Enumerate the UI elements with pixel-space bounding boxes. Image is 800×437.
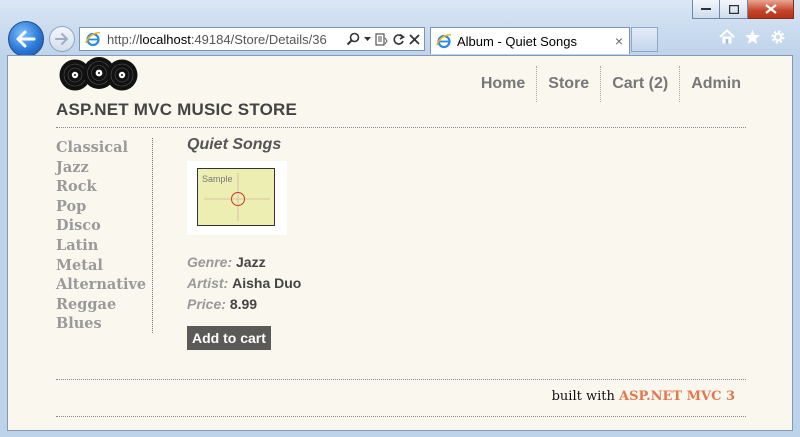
- header-divider: [56, 127, 746, 128]
- compat-view-button[interactable]: [375, 32, 388, 46]
- price-row: Price: 8.99: [187, 294, 301, 315]
- maximize-button[interactable]: [720, 0, 748, 19]
- back-arrow-icon: [16, 30, 36, 48]
- album-meta: Genre: Jazz Artist: Aisha Duo Price: 8.9…: [187, 252, 301, 315]
- tab-close-button[interactable]: ×: [615, 33, 623, 49]
- artist-value: Aisha Duo: [232, 275, 302, 291]
- tab-album[interactable]: Album - Quiet Songs ×: [430, 27, 630, 54]
- artist-label: Artist:: [187, 275, 229, 291]
- vinyl-records-logo[interactable]: [59, 56, 139, 94]
- footer: built with ASP.NET MVC 3: [552, 389, 735, 404]
- genre-link-blues[interactable]: Blues: [56, 314, 152, 334]
- store-title[interactable]: ASP.NET MVC MUSIC STORE: [56, 100, 297, 120]
- genre-row: Genre: Jazz: [187, 252, 301, 273]
- forward-button[interactable]: [49, 26, 75, 52]
- artist-row: Artist: Aisha Duo: [187, 273, 301, 294]
- genre-link-metal[interactable]: Metal: [56, 256, 152, 276]
- chevron-down-icon: [364, 36, 371, 41]
- album-title: Quiet Songs: [187, 136, 282, 153]
- genre-link-latin[interactable]: Latin: [56, 236, 152, 256]
- url-host: localhost: [139, 31, 191, 47]
- close-icon: [764, 4, 777, 14]
- genre-link-disco[interactable]: Disco: [56, 216, 152, 236]
- nav-store[interactable]: Store: [536, 66, 600, 102]
- forward-arrow-icon: [55, 33, 68, 45]
- refresh-icon: [393, 33, 405, 45]
- stop-icon: [409, 33, 420, 45]
- refresh-button[interactable]: [392, 33, 405, 46]
- browser-chrome: http://localhost:49184/Store/Details/36: [0, 0, 800, 57]
- genre-value: Jazz: [236, 254, 266, 270]
- url-path: :49184/Store/Details/36: [190, 31, 327, 47]
- footer-divider-bottom: [56, 416, 746, 417]
- genre-link-classical[interactable]: Classical: [56, 138, 152, 158]
- gear-icon[interactable]: [770, 29, 786, 45]
- genre-link-jazz[interactable]: Jazz: [56, 158, 152, 178]
- main-nav: Home Store Cart (2) Admin: [470, 66, 752, 102]
- address-bar[interactable]: http://localhost:49184/Store/Details/36: [79, 27, 425, 51]
- genre-link-alternative[interactable]: Alternative: [56, 275, 152, 295]
- star-icon[interactable]: [744, 29, 761, 45]
- price-label: Price:: [187, 296, 226, 312]
- page-viewport: ASP.NET MVC MUSIC STORE Home Store Cart …: [7, 55, 793, 431]
- footer-prefix: built with: [551, 389, 619, 404]
- window-controls: [692, 0, 794, 20]
- album-art: Sample: [197, 168, 275, 226]
- genre-link-rock[interactable]: Rock: [56, 177, 152, 197]
- window-frame-bottom: [0, 431, 800, 437]
- genre-menu: Classical Jazz Rock Pop Disco Latin Meta…: [56, 138, 153, 333]
- add-to-cart-button[interactable]: Add to cart: [187, 326, 271, 350]
- new-tab-button[interactable]: [631, 27, 658, 52]
- nav-admin[interactable]: Admin: [679, 66, 752, 102]
- minimize-icon: [701, 8, 711, 10]
- tab-title: Album - Quiet Songs: [457, 33, 577, 49]
- footer-divider-top: [56, 379, 746, 380]
- stop-button[interactable]: [409, 33, 420, 45]
- genre-link-reggae[interactable]: Reggae: [56, 295, 152, 315]
- genre-link-pop[interactable]: Pop: [56, 197, 152, 217]
- back-button[interactable]: [8, 21, 44, 57]
- price-value: 8.99: [229, 296, 258, 312]
- maximize-icon: [728, 4, 739, 14]
- ie-page-icon: [85, 32, 101, 47]
- compatibility-view-icon: [375, 32, 388, 46]
- minimize-button[interactable]: [692, 0, 720, 19]
- nav-cart[interactable]: Cart (2): [600, 66, 679, 102]
- browser-toolbar-icons: [719, 29, 786, 45]
- home-icon[interactable]: [719, 29, 735, 44]
- ie-tab-icon: [436, 34, 452, 49]
- album-details: Quiet Songs Sample Genre: Jazz Artist: A…: [187, 136, 301, 350]
- album-art-frame: Sample: [187, 161, 287, 235]
- search-dropdown[interactable]: [364, 36, 371, 42]
- footer-brand-link[interactable]: ASP.NET MVC 3: [619, 389, 735, 404]
- nav-home[interactable]: Home: [470, 66, 536, 102]
- address-tools: [346, 32, 420, 46]
- search-icon: [346, 32, 360, 46]
- search-button[interactable]: [346, 32, 360, 46]
- close-window-button[interactable]: [748, 0, 794, 19]
- address-url: http://localhost:49184/Store/Details/36: [107, 32, 332, 47]
- placeholder-crosshair-icon: [204, 173, 270, 221]
- genre-label: Genre:: [187, 254, 233, 270]
- url-scheme: http://: [107, 31, 140, 47]
